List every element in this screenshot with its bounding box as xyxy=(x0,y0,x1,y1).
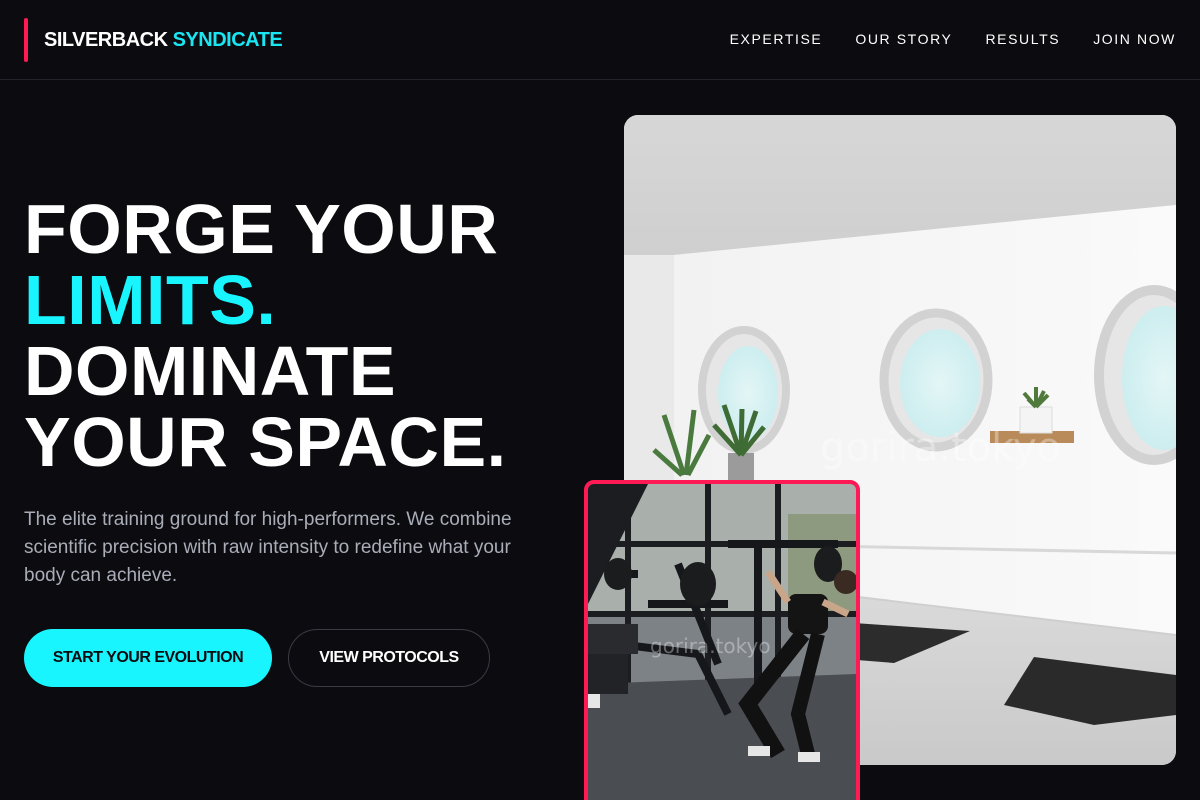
main-image-watermark: gorira.tokyo xyxy=(820,425,1062,471)
brand-name-accent: SYNDICATE xyxy=(172,29,283,51)
nav-item-results[interactable]: RESULTS xyxy=(985,31,1060,47)
view-protocols-button[interactable]: VIEW PROTOCOLS xyxy=(288,629,490,687)
nav-item-join-now[interactable]: JOIN NOW xyxy=(1093,31,1176,47)
hero-title-line-4: YOUR SPACE. xyxy=(24,403,507,481)
nav-item-our-story[interactable]: OUR STORY xyxy=(855,31,952,47)
small-image-watermark: gorira.tokyo xyxy=(650,634,771,658)
site-header: SILVERBACK SYNDICATE EXPERTISE OUR STORY… xyxy=(0,0,1200,80)
brand-name-primary: SILVERBACK xyxy=(44,29,168,51)
nav-item-expertise[interactable]: EXPERTISE xyxy=(730,31,823,47)
hero-title-highlight: LIMITS. xyxy=(24,261,277,339)
main-nav: EXPERTISE OUR STORY RESULTS JOIN NOW xyxy=(730,31,1176,47)
hero-title-line-3: DOMINATE xyxy=(24,332,397,410)
brand-logo[interactable]: SILVERBACK SYNDICATE xyxy=(44,29,283,52)
hero-title: FORGE YOUR LIMITS. DOMINATE YOUR SPACE. xyxy=(24,194,507,478)
start-evolution-button[interactable]: START YOUR EVOLUTION xyxy=(24,629,272,687)
logo-accent-bar xyxy=(24,18,28,62)
hero-title-line-1: FORGE YOUR xyxy=(24,190,499,268)
hero-subtitle: The elite training ground for high-perfo… xyxy=(24,509,512,586)
hero-image-training: gorira.tokyo xyxy=(584,480,860,800)
